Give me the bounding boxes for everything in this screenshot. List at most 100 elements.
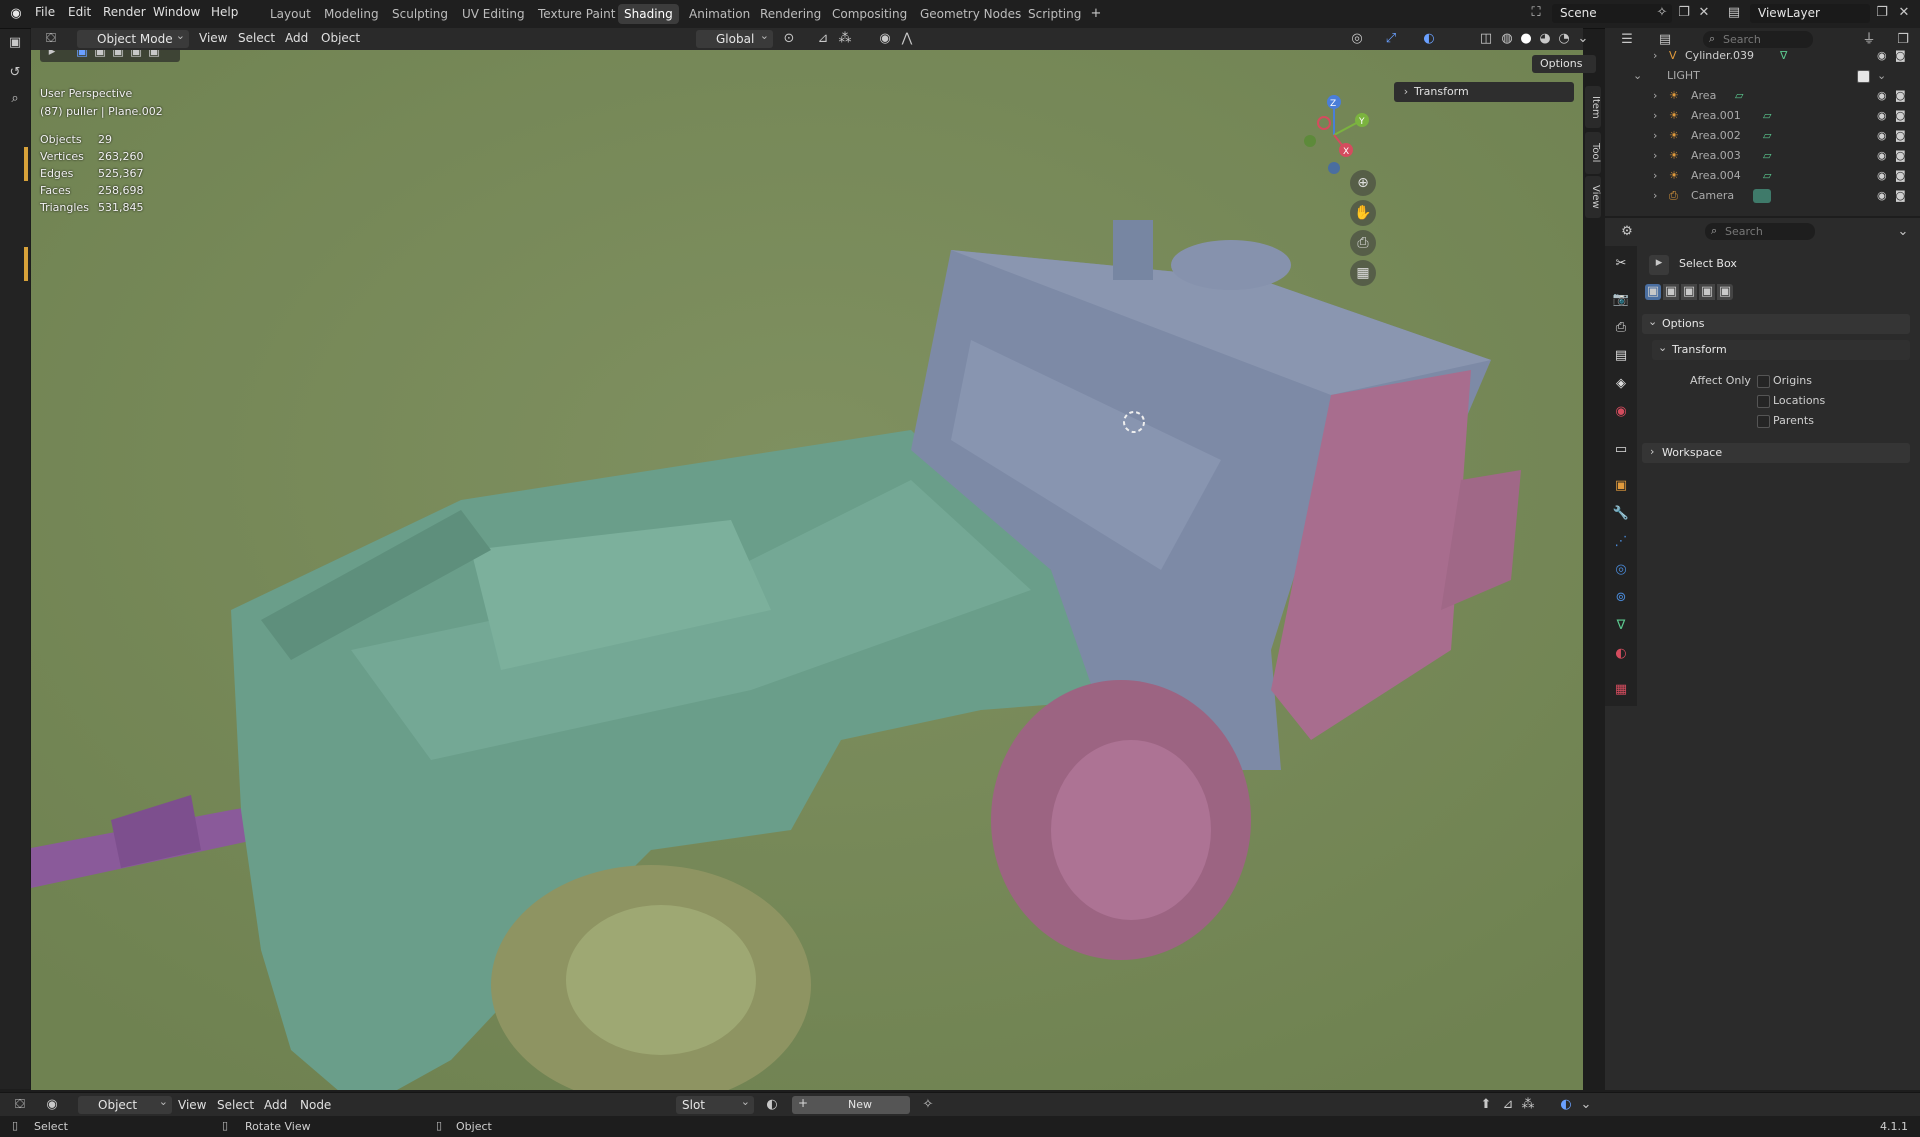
select-intersect-icon[interactable]: ▣ — [146, 50, 162, 60]
gizmo-toggle-icon[interactable]: ⤢ — [1383, 31, 1399, 47]
options-panel[interactable]: ⌄ Options — [1642, 314, 1910, 334]
parents-checkbox[interactable] — [1757, 415, 1770, 428]
viewport-menu-view[interactable]: View — [199, 31, 227, 45]
node-menu-add[interactable]: Add — [264, 1098, 287, 1112]
editor-type-icon[interactable]: ⛋ — [43, 31, 59, 47]
select-intersect-icon[interactable]: ▣ — [1717, 284, 1733, 300]
scene-tab-icon[interactable]: ◈ — [1611, 374, 1631, 394]
pin-icon[interactable]: ✧ — [1654, 5, 1670, 21]
output-tab-icon[interactable]: ⎙ — [1611, 318, 1631, 338]
pivot-icon[interactable]: ⊙ — [781, 31, 797, 47]
chevron-down-icon[interactable]: ⌄ — [1895, 224, 1911, 240]
outliner-row[interactable]: › ☀ Area.001 ▱ ◉ ◙ — [1605, 106, 1920, 126]
tab-modeling[interactable]: Modeling — [318, 4, 385, 24]
eye-icon[interactable]: ◉ — [1877, 166, 1887, 186]
overlay-toggle-icon[interactable]: ◐ — [1421, 31, 1437, 47]
parent-node-icon[interactable]: ⬆ — [1478, 1097, 1494, 1113]
snap-target-icon[interactable]: ⁂ — [837, 31, 853, 47]
material-tab-icon[interactable]: ◐ — [1611, 644, 1631, 664]
scroll-indicator[interactable] — [24, 147, 28, 181]
rendered-shading-icon[interactable]: ◔ — [1556, 31, 1572, 47]
constraints-tab-icon[interactable]: ⊚ — [1611, 588, 1631, 608]
tab-texture-paint[interactable]: Texture Paint — [532, 4, 621, 24]
transform-subpanel[interactable]: ⌄ Transform — [1652, 340, 1910, 360]
properties-search[interactable]: ⌕ Search — [1705, 223, 1815, 240]
tab-shading[interactable]: Shading — [618, 4, 679, 24]
view-layer-icon[interactable]: ▤ — [1726, 5, 1742, 21]
new-material-button[interactable]: + New — [792, 1096, 910, 1114]
camera-icon[interactable]: ◙ — [1895, 166, 1906, 186]
select-extend-icon[interactable]: ▣ — [1663, 284, 1679, 300]
xray-icon[interactable]: ◫ — [1478, 31, 1494, 47]
pin-icon[interactable]: ✧ — [920, 1097, 936, 1113]
proportional-edit-icon[interactable]: ◉ — [877, 31, 893, 47]
menu-file[interactable]: File — [35, 5, 55, 19]
outliner-row[interactable]: › ☀ Area ▱ ◉ ◙ — [1605, 86, 1920, 106]
snap-icon[interactable]: ⊿ — [815, 31, 831, 47]
view-layer-tab-icon[interactable]: ▤ — [1611, 346, 1631, 366]
shader-object-dropdown[interactable]: Object — [78, 1093, 172, 1114]
eye-icon[interactable]: ◉ — [1877, 86, 1887, 106]
select-subtract-icon[interactable]: ▣ — [1681, 284, 1697, 300]
select-subtract-icon[interactable]: ▣ — [110, 50, 126, 60]
eye-icon[interactable]: ◉ — [1877, 186, 1887, 206]
wireframe-shading-icon[interactable]: ◍ — [1499, 31, 1515, 47]
camera-icon[interactable]: ◙ — [1895, 186, 1906, 206]
data-tab-icon[interactable]: ∇ — [1611, 616, 1631, 636]
zoom-icon[interactable]: ⊕ — [1350, 170, 1376, 196]
locations-checkbox[interactable] — [1757, 395, 1770, 408]
pan-hand-icon[interactable]: ✋ — [1350, 200, 1376, 226]
history-icon[interactable]: ↺ — [7, 65, 23, 81]
falloff-icon[interactable]: ⋀ — [899, 31, 915, 47]
workspace-panel[interactable]: › Workspace — [1642, 443, 1910, 463]
menu-edit[interactable]: Edit — [68, 5, 91, 19]
outliner-row[interactable]: › ⎙ Camera ◉ ◙ — [1605, 186, 1920, 206]
texture-tab-icon[interactable]: ▦ — [1611, 680, 1631, 700]
node-menu-view[interactable]: View — [178, 1098, 206, 1112]
snap-icon[interactable]: ⊿ — [1500, 1097, 1516, 1113]
tab-compositing[interactable]: Compositing — [826, 4, 913, 24]
select-new-icon[interactable]: ▣ — [1645, 284, 1661, 300]
scene-icon[interactable]: ⛶ — [1528, 5, 1544, 21]
world-tab-icon[interactable]: ◉ — [1611, 402, 1631, 422]
modifier-tab-icon[interactable]: 🔧 — [1611, 504, 1631, 524]
menu-render[interactable]: Render — [103, 5, 146, 19]
camera-icon[interactable]: ◙ — [1895, 86, 1906, 106]
select-extend-icon[interactable]: ▣ — [92, 50, 108, 60]
outliner-row[interactable]: › ☀ Area.004 ▱ ◉ ◙ — [1605, 166, 1920, 186]
object-tab-icon[interactable]: ▣ — [1611, 476, 1631, 496]
tab-item[interactable]: Item — [1585, 86, 1601, 128]
render-tab-icon[interactable]: 📷 — [1611, 290, 1631, 310]
tab-geometry-nodes[interactable]: Geometry Nodes — [914, 4, 1027, 24]
view-layer-field[interactable]: ViewLayer — [1750, 4, 1870, 23]
tab-sculpting[interactable]: Sculpting — [386, 4, 454, 24]
navigation-gizmo[interactable]: Z Y X — [1289, 90, 1379, 180]
viewport-menu-object[interactable]: Object — [321, 31, 360, 45]
tool-selector[interactable]: ▸ ▣ ▣ ▣ ▣ ▣ — [40, 50, 180, 62]
tab-tool[interactable]: Tool — [1585, 132, 1601, 174]
viewport-menu-select[interactable]: Select — [238, 31, 275, 45]
outliner-row[interactable]: › ☀ Area.003 ▱ ◉ ◙ — [1605, 146, 1920, 166]
node-menu-select[interactable]: Select — [217, 1098, 254, 1112]
outliner-row[interactable]: › V Cylinder.039 ∇ ◉ ◙ — [1605, 46, 1920, 66]
eye-icon[interactable]: ◉ — [1877, 46, 1887, 66]
ortho-grid-icon[interactable]: ▦ — [1350, 260, 1376, 286]
new-view-layer-icon[interactable]: ❐ — [1874, 5, 1890, 21]
select-tool-icon[interactable]: ▸ — [44, 50, 60, 60]
transform-orientation-dropdown[interactable]: Global — [696, 27, 773, 48]
camera-view-icon[interactable]: ⎙ — [1350, 230, 1376, 256]
select-invert-icon[interactable]: ▣ — [1699, 284, 1715, 300]
menu-help[interactable]: Help — [211, 5, 238, 19]
origins-checkbox[interactable] — [1757, 375, 1770, 388]
select-new-icon[interactable]: ▣ — [74, 50, 90, 60]
camera-icon[interactable]: ◙ — [1895, 126, 1906, 146]
overlay-toggle-icon[interactable]: ◐ — [1558, 1097, 1574, 1113]
collection-tab-icon[interactable]: ▭ — [1611, 440, 1631, 460]
eye-icon[interactable]: ◉ — [1877, 146, 1887, 166]
outliner-row[interactable]: › ☀ Area.002 ▱ ◉ ◙ — [1605, 126, 1920, 146]
tab-rendering[interactable]: Rendering — [754, 4, 827, 24]
eye-icon[interactable]: ◉ — [1877, 126, 1887, 146]
scroll-indicator-2[interactable] — [24, 247, 28, 281]
node-menu-node[interactable]: Node — [300, 1098, 331, 1112]
particles-tab-icon[interactable]: ⋰ — [1611, 532, 1631, 552]
